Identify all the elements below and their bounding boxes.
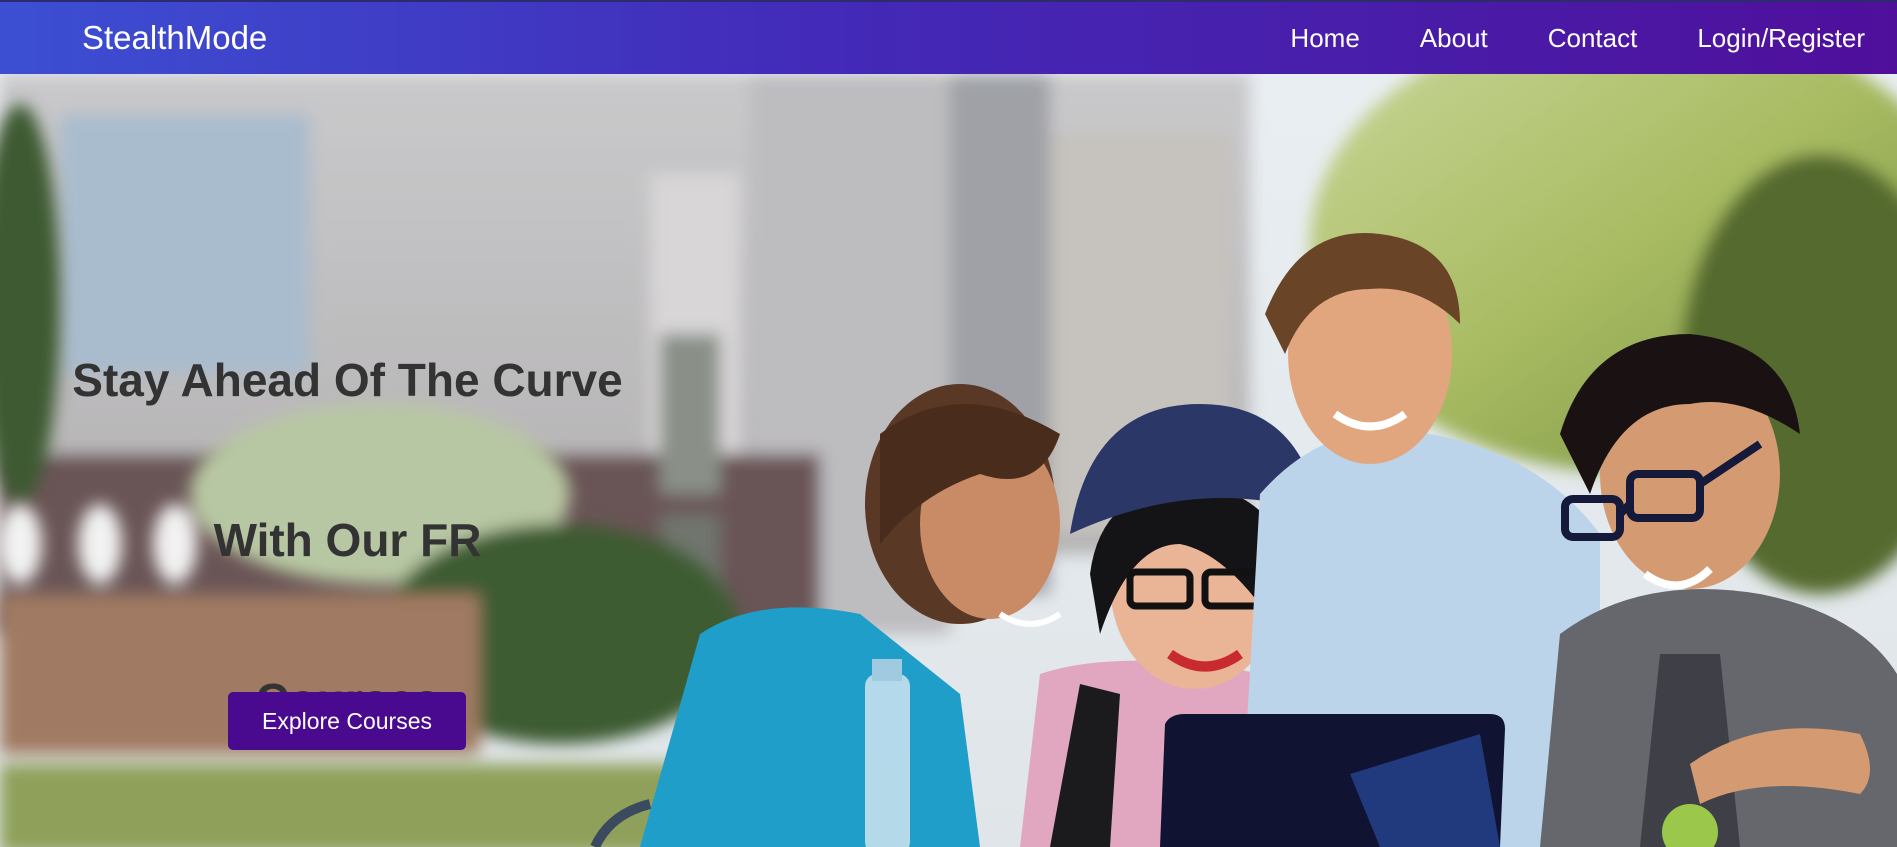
top-navbar: StealthMode Home About Contact Login/Reg… xyxy=(0,0,1897,74)
nav-link-home[interactable]: Home xyxy=(1290,20,1359,56)
nav-links: Home About Contact Login/Register xyxy=(1230,20,1865,56)
nav-link-contact[interactable]: Contact xyxy=(1548,20,1638,56)
nav-link-login-register[interactable]: Login/Register xyxy=(1697,20,1865,56)
brand-logo-link[interactable]: StealthMode xyxy=(82,18,267,58)
nav-link-about[interactable]: About xyxy=(1420,20,1488,56)
hero-title-line-1: Stay Ahead Of The Curve xyxy=(72,354,623,406)
hero-title-line-2: With Our FR xyxy=(213,514,482,566)
explore-courses-button[interactable]: Explore Courses xyxy=(228,692,466,750)
